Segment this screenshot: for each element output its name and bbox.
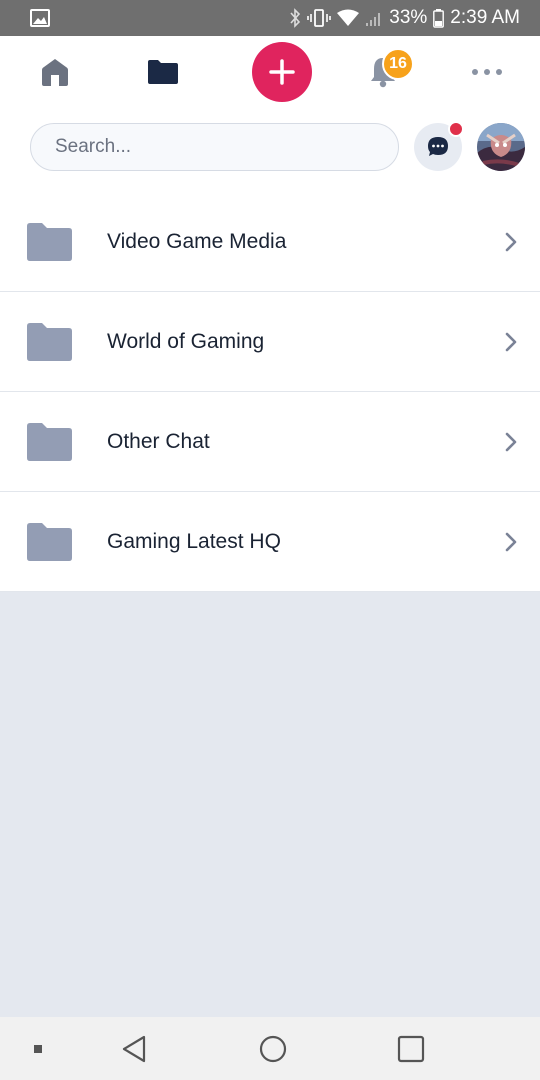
plus-icon [269, 59, 295, 85]
folders-button[interactable] [138, 36, 188, 108]
chat-unread-dot [448, 121, 464, 137]
home-icon [42, 59, 68, 86]
folder-label: Video Game Media [107, 229, 287, 253]
folder-icon [27, 423, 72, 461]
image-icon [30, 9, 50, 27]
add-circle [252, 42, 312, 102]
battery-icon [433, 8, 445, 28]
circle-home-icon [259, 1035, 287, 1062]
avatar-image [477, 123, 525, 171]
notification-badge: 16 [382, 48, 414, 80]
search-bar-row [0, 108, 540, 192]
more-icon [472, 69, 502, 75]
top-nav: 16 [0, 36, 540, 108]
chat-button[interactable] [414, 121, 464, 171]
chevron-right-icon [505, 532, 517, 552]
folder-row[interactable]: Video Game Media [0, 192, 540, 292]
wifi-icon [337, 9, 360, 27]
battery-percent: 33% [389, 7, 428, 28]
recents-icon [397, 1035, 425, 1062]
empty-content-area [0, 593, 540, 1017]
sys-menu-button[interactable] [24, 1017, 52, 1080]
folder-label: Gaming Latest HQ [107, 529, 281, 553]
folder-row[interactable]: World of Gaming [0, 292, 540, 392]
folder-icon [27, 323, 72, 361]
search-input[interactable] [30, 123, 399, 171]
folder-icon [27, 523, 72, 561]
more-button[interactable] [462, 36, 512, 108]
status-bar: 33% 2:39 AM [0, 0, 540, 36]
recents-button[interactable] [389, 1017, 433, 1080]
chevron-right-icon [505, 332, 517, 352]
folder-icon [148, 60, 178, 84]
folder-row[interactable]: Gaming Latest HQ [0, 492, 540, 592]
vibrate-icon [307, 8, 332, 28]
back-icon [122, 1035, 146, 1062]
clock: 2:39 AM [450, 7, 520, 28]
chat-icon [428, 137, 448, 156]
add-button[interactable] [252, 36, 312, 108]
avatar[interactable] [477, 123, 525, 171]
square-dot-icon [34, 1044, 42, 1053]
folder-list: Video Game Media World of Gaming Other C… [0, 192, 540, 592]
folder-label: World of Gaming [107, 329, 265, 353]
folder-icon [27, 223, 72, 261]
notifications-button[interactable]: 16 [358, 36, 414, 108]
home-system-button[interactable] [251, 1017, 295, 1080]
signal-icon [365, 9, 383, 27]
chevron-right-icon [505, 232, 517, 252]
folder-label: Other Chat [107, 429, 210, 453]
folder-row[interactable]: Other Chat [0, 392, 540, 492]
bluetooth-icon [289, 8, 301, 28]
chevron-right-icon [505, 432, 517, 452]
home-button[interactable] [30, 36, 80, 108]
system-nav-bar [0, 1017, 540, 1080]
back-button[interactable] [112, 1017, 156, 1080]
